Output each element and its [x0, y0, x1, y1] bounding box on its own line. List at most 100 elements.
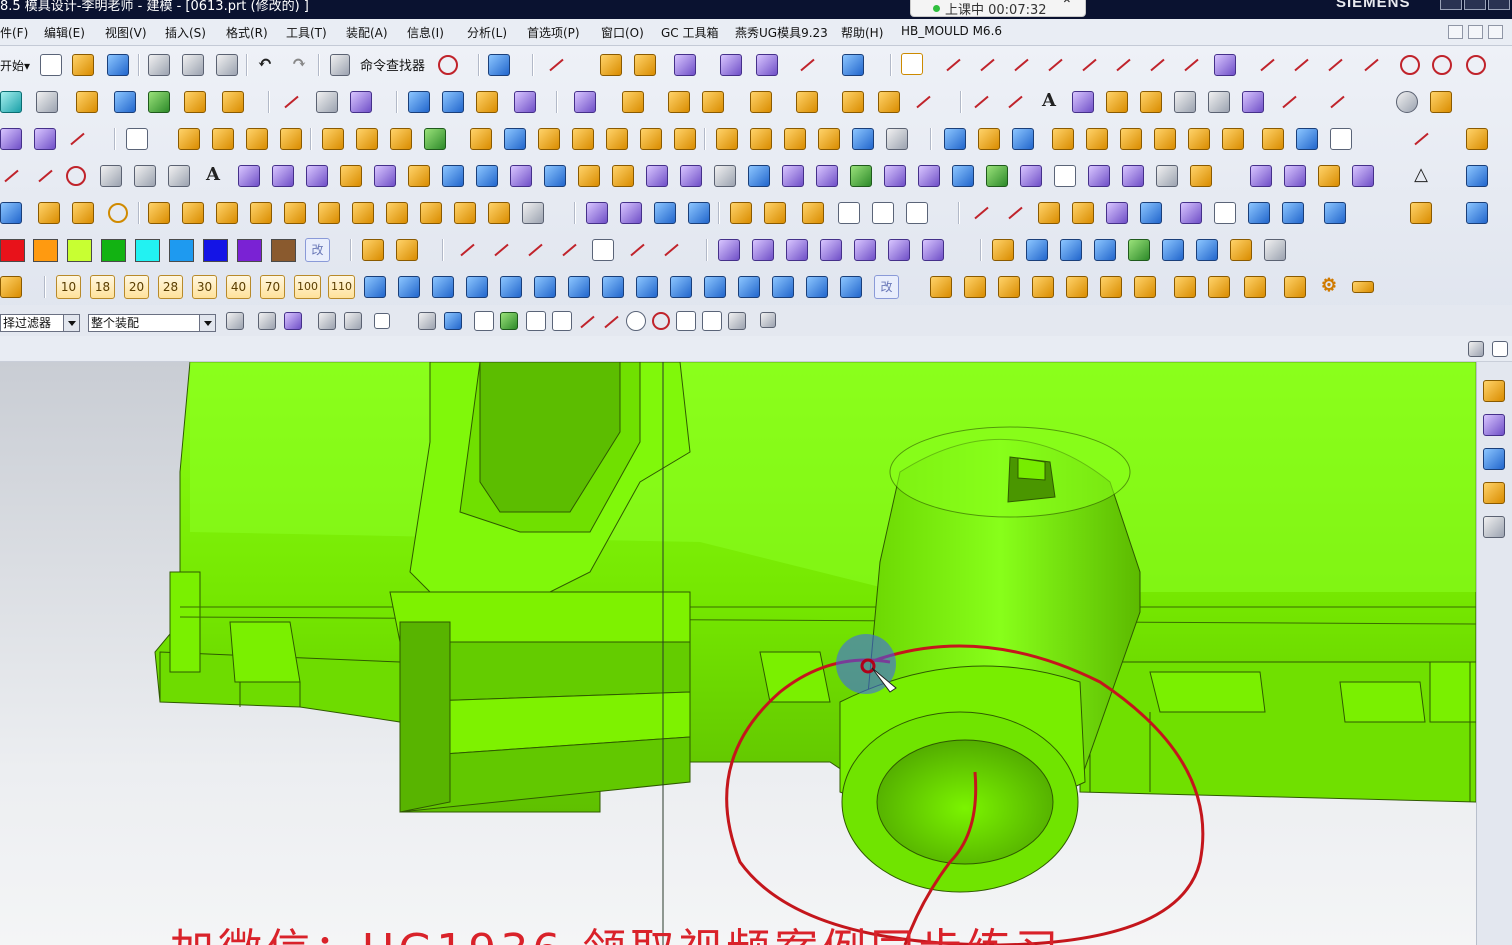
wrap-curve-icon[interactable] [1242, 91, 1264, 113]
ejector-icon[interactable] [1188, 128, 1210, 150]
arc-tool-icon[interactable] [1004, 91, 1026, 113]
menu-yanxiu-mold[interactable]: 燕秀UG模具9.23 [735, 24, 828, 41]
mdi-close-button[interactable] [1488, 25, 1503, 39]
plate-g-icon[interactable] [568, 276, 590, 298]
color-swatch-orange[interactable] [33, 239, 58, 262]
snap-midpoint-icon[interactable] [552, 311, 572, 331]
divide-curve-icon[interactable] [134, 165, 156, 187]
menu-help[interactable]: 帮助(H) [841, 24, 883, 41]
curve-on-surface-icon[interactable] [1250, 165, 1272, 187]
diamond-icon[interactable] [1088, 165, 1110, 187]
snap-icon[interactable] [901, 53, 923, 75]
export-icon[interactable] [1466, 128, 1488, 150]
flag-c-icon[interactable] [998, 276, 1020, 298]
replace-face-icon[interactable] [716, 128, 738, 150]
wcs-icon[interactable] [114, 91, 136, 113]
settings-plate-icon[interactable] [1284, 276, 1306, 298]
gate-icon[interactable] [730, 202, 752, 224]
layer-18-button[interactable]: 18 [90, 275, 115, 299]
plate-e-icon[interactable] [500, 276, 522, 298]
layer-28-button[interactable]: 28 [158, 275, 183, 299]
arc-curve-icon[interactable] [0, 165, 22, 187]
project-curve-icon[interactable] [1174, 91, 1196, 113]
x-form-icon[interactable] [748, 165, 770, 187]
menu-preferences[interactable]: 首选项(P) [527, 24, 580, 41]
slider-icon[interactable] [420, 202, 442, 224]
selection-scope-dropdown[interactable]: 整个装配 [88, 314, 216, 332]
boss-icon[interactable] [878, 91, 900, 113]
color-grid-icon[interactable] [1106, 202, 1128, 224]
glyph-tool-icon[interactable] [970, 202, 992, 224]
eraser-tool-icon[interactable] [1208, 276, 1230, 298]
face-analysis-icon[interactable] [1012, 128, 1034, 150]
plate-c-icon[interactable] [432, 276, 454, 298]
import-icon[interactable] [1128, 239, 1150, 261]
window-icon[interactable] [872, 202, 894, 224]
trim-icon[interactable] [100, 165, 122, 187]
menu-format[interactable]: 格式(R) [226, 24, 268, 41]
standard-parts-icon[interactable] [1154, 128, 1176, 150]
color-swatch-brown[interactable] [271, 239, 296, 262]
flatten-icon[interactable] [714, 165, 736, 187]
intersection-curve-icon[interactable] [1318, 165, 1340, 187]
cross-tool-icon[interactable] [1004, 202, 1026, 224]
unite-icon[interactable] [606, 128, 628, 150]
circle-icon[interactable] [1400, 55, 1420, 75]
folder-icon[interactable] [1026, 239, 1048, 261]
snap-control-icon[interactable] [500, 312, 518, 330]
flag-a-icon[interactable] [930, 276, 952, 298]
offset-surface-icon[interactable] [510, 165, 532, 187]
pin-icon[interactable] [216, 202, 238, 224]
gear-icon[interactable]: ⚙ [1318, 275, 1340, 297]
sheet-body-icon[interactable] [1054, 165, 1076, 187]
sew-sheets-icon[interactable] [680, 165, 702, 187]
curve-tool-a-icon[interactable] [456, 239, 478, 261]
split-face-icon[interactable] [1248, 202, 1270, 224]
color-swatch-lime[interactable] [67, 239, 92, 262]
menu-gc-toolkit[interactable]: GC 工具箱 [661, 24, 719, 41]
draft-analysis-icon[interactable] [952, 165, 974, 187]
section-curve-icon[interactable] [1284, 165, 1306, 187]
assembly-navigator-icon[interactable] [1483, 380, 1505, 402]
color-swatch-green[interactable] [101, 239, 126, 262]
line-tool-icon[interactable] [970, 91, 992, 113]
section-view-icon[interactable] [944, 128, 966, 150]
n-sided-icon[interactable] [374, 165, 396, 187]
red-cube-icon[interactable] [1180, 202, 1202, 224]
recording-indicator[interactable]: 上课中 00:07:32 ⌃ [910, 0, 1086, 18]
patch-icon[interactable] [390, 128, 412, 150]
extend-curve-icon[interactable] [1360, 54, 1382, 76]
lifter-icon[interactable] [454, 202, 476, 224]
sew-icon[interactable] [470, 128, 492, 150]
cone-icon[interactable] [750, 91, 772, 113]
mdi-restore-button[interactable] [1468, 25, 1483, 39]
menu-tools[interactable]: 工具(T) [286, 24, 327, 41]
curve-tool-d-icon[interactable] [558, 239, 580, 261]
frame-icon[interactable] [1214, 202, 1236, 224]
curve-fit-icon[interactable] [1140, 91, 1162, 113]
reuse-library-icon[interactable] [1483, 482, 1505, 504]
match-edge-icon[interactable] [816, 165, 838, 187]
circle-3pt-icon[interactable] [1432, 55, 1452, 75]
plate-h-icon[interactable] [602, 276, 624, 298]
sphere-icon[interactable] [796, 91, 818, 113]
snap-grid-icon[interactable] [760, 312, 776, 328]
square-icon[interactable] [838, 202, 860, 224]
move-object-icon[interactable] [674, 54, 696, 76]
bounded-plane-icon[interactable] [424, 128, 446, 150]
move-to-layer-icon[interactable] [76, 91, 98, 113]
offset-region-icon[interactable] [1324, 202, 1346, 224]
cooling-icon[interactable] [1222, 128, 1244, 150]
extension-icon[interactable] [442, 165, 464, 187]
untrim-icon[interactable] [578, 165, 600, 187]
block-icon[interactable] [668, 91, 690, 113]
plate-b-icon[interactable] [398, 276, 420, 298]
quilt-icon[interactable] [646, 165, 668, 187]
modify-layer-button[interactable]: 改 [874, 275, 899, 299]
body-select-icon[interactable] [418, 312, 436, 330]
sketch-icon[interactable] [545, 54, 567, 76]
intersect-icon[interactable] [674, 128, 696, 150]
bracket-icon[interactable] [38, 202, 60, 224]
analysis-icon[interactable] [1430, 91, 1452, 113]
bom-icon[interactable] [1296, 128, 1318, 150]
